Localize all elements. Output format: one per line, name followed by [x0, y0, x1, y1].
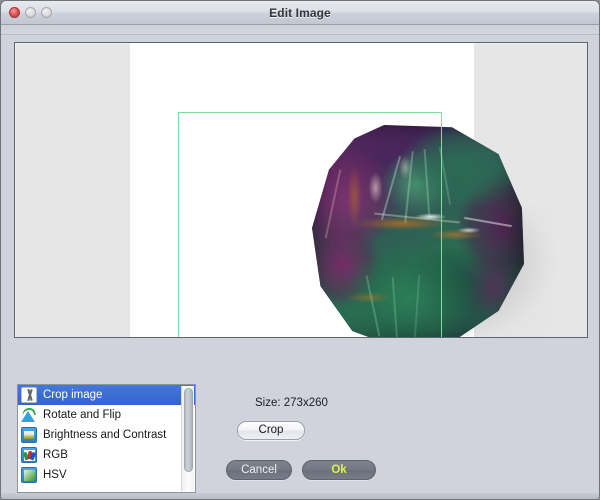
lower-controls: Crop image Rotate and Flip Brightness an…	[1, 345, 599, 493]
tool-list-item-label: Brightness and Contrast	[43, 429, 167, 441]
gem-facet-edge	[324, 169, 342, 239]
gem-facet-edge	[413, 275, 421, 337]
tool-list-item-brightness-and-contrast[interactable]: Brightness and Contrast	[18, 425, 195, 445]
gem-facet-edge	[380, 156, 402, 220]
scissors-icon	[21, 387, 37, 403]
titlebar-underlay	[1, 25, 599, 35]
gem-facet-edge	[464, 216, 512, 228]
rotate-arrow-icon	[21, 407, 37, 423]
window-traffic-lights	[9, 7, 52, 18]
window-body: Crop image Rotate and Flip Brightness an…	[1, 35, 599, 499]
tool-list-item-crop-image[interactable]: Crop image	[18, 385, 195, 405]
brightness-bar-icon	[21, 427, 37, 443]
zoom-button-icon[interactable]	[41, 7, 52, 18]
crop-button[interactable]: Crop	[237, 421, 305, 440]
cancel-button[interactable]: Cancel	[226, 460, 292, 480]
image-preview-panel[interactable]	[14, 42, 588, 338]
dialog-footer: Cancel Ok	[1, 459, 599, 481]
gem-facet-edge	[365, 275, 381, 337]
minimize-button-icon[interactable]	[25, 7, 36, 18]
ok-button[interactable]: Ok	[302, 460, 376, 480]
window-bottom-edge	[1, 493, 599, 499]
window-title: Edit Image	[269, 5, 331, 20]
gem-facet-edge	[391, 277, 399, 337]
image-size-label: Size: 273x260	[255, 397, 328, 409]
window-titlebar: Edit Image	[1, 1, 599, 25]
tool-list-item-label: Crop image	[43, 389, 103, 401]
gem-image	[312, 125, 552, 337]
gem-facet-edge	[374, 212, 460, 224]
image-canvas[interactable]	[130, 43, 550, 337]
tool-list-item-rotate-and-flip[interactable]: Rotate and Flip	[18, 405, 195, 425]
gem-crystal	[312, 125, 524, 337]
tool-list-item-label: Rotate and Flip	[43, 409, 121, 421]
gem-facet-edge	[404, 151, 414, 223]
gem-facet-edge	[423, 149, 431, 219]
edit-image-window: Edit Image Crop image Rotate and Flip Br…	[0, 0, 600, 500]
close-button-icon[interactable]	[9, 7, 20, 18]
gem-facet-edge	[438, 147, 452, 205]
